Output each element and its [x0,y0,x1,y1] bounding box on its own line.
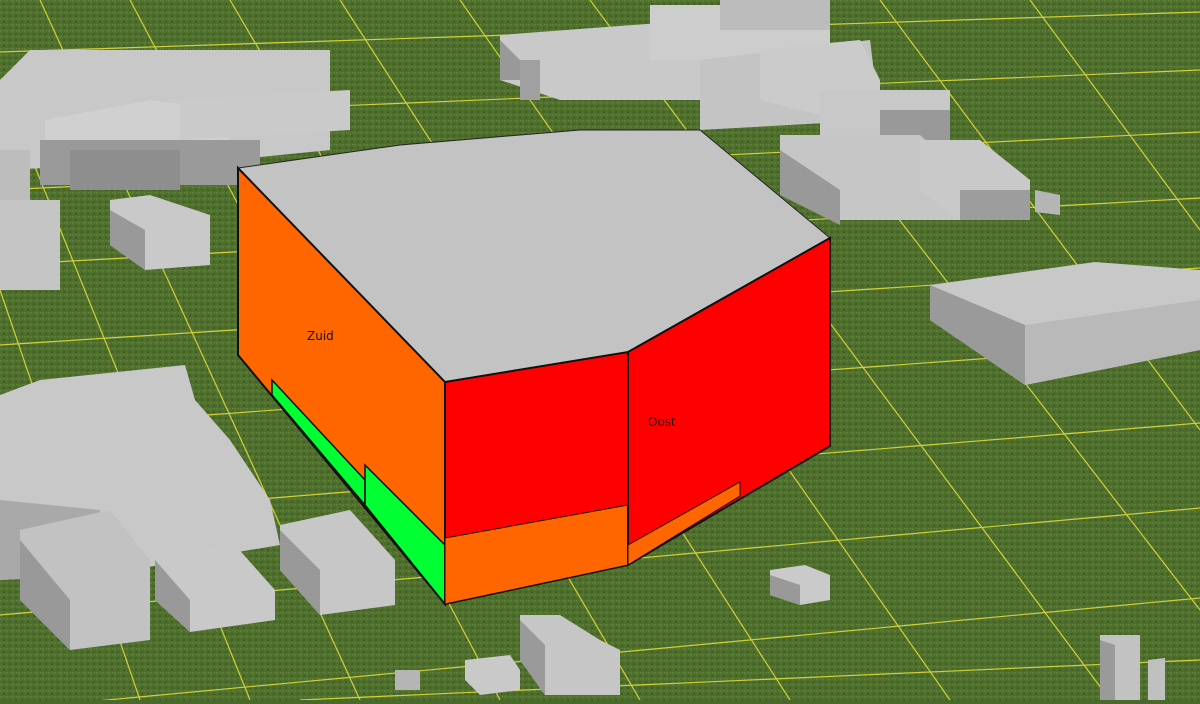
3d-city-viewport[interactable]: Zuid Oost [0,0,1200,704]
facade-label-east: Oost [648,415,676,429]
facade-label-south: Zuid [307,329,334,343]
city-model-canvas: Zuid Oost [0,0,1200,704]
